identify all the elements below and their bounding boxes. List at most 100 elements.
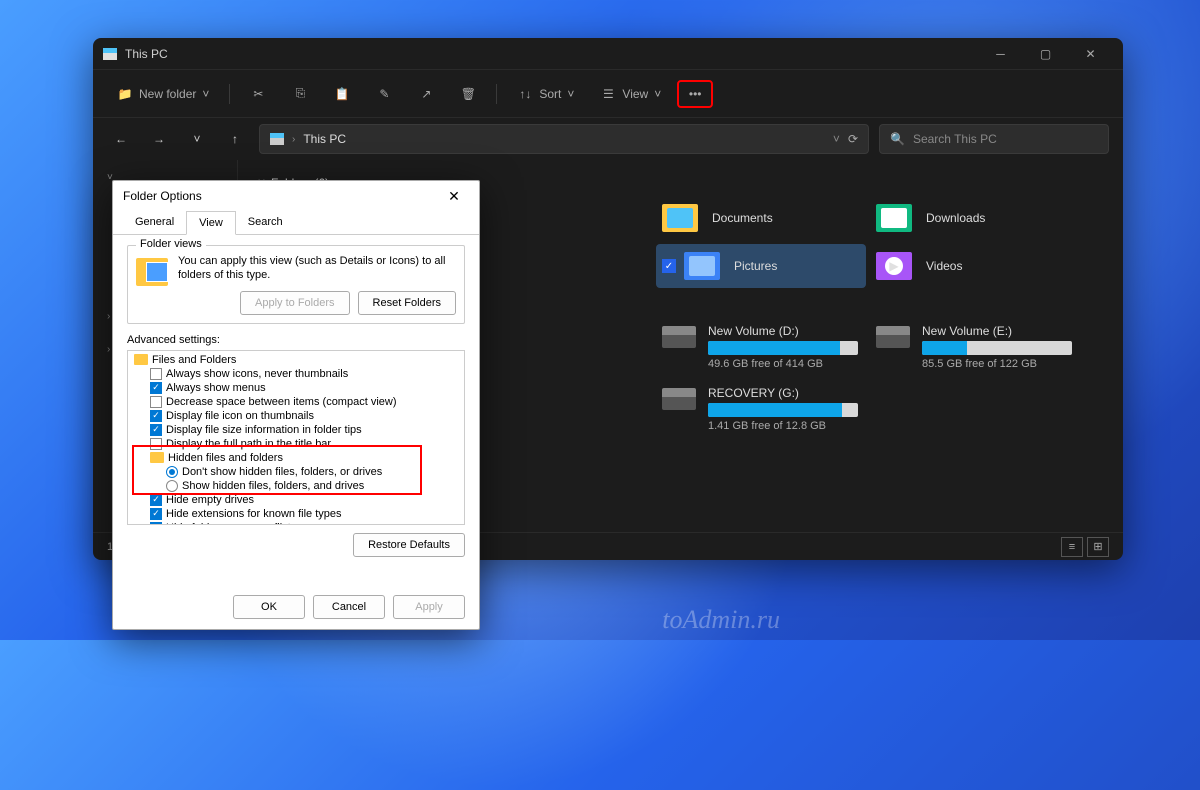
- share-button[interactable]: ↗: [408, 80, 444, 108]
- grid-view-button[interactable]: ⊞: [1087, 537, 1109, 557]
- radio-icon[interactable]: [166, 466, 178, 478]
- restore-defaults-button[interactable]: Restore Defaults: [353, 533, 465, 557]
- separator: [496, 84, 497, 104]
- checkbox-icon[interactable]: ✓: [150, 382, 162, 394]
- tree-display-size[interactable]: ✓ Display file size information in folder…: [130, 423, 462, 437]
- checkbox-icon[interactable]: ✓: [150, 494, 162, 506]
- tree-display-full-path[interactable]: Display the full path in the title bar: [130, 437, 462, 451]
- folder-views-group: Folder views You can apply this view (su…: [127, 245, 465, 324]
- tree-display-file-icon[interactable]: ✓ Display file icon on thumbnails: [130, 409, 462, 423]
- radio-icon[interactable]: [166, 480, 178, 492]
- folder-views-buttons: Apply to Folders Reset Folders: [178, 291, 456, 315]
- address-bar[interactable]: › This PC ˅ ⟳: [259, 124, 869, 154]
- tree-always-icons[interactable]: Always show icons, never thumbnails: [130, 367, 462, 381]
- new-folder-icon: 📁: [117, 86, 133, 102]
- tree-show-hidden[interactable]: Show hidden files, folders, and drives: [130, 479, 462, 493]
- address-bar-row: ← → ˅ ↑ › This PC ˅ ⟳ 🔍 Search This PC: [93, 118, 1123, 160]
- cancel-button[interactable]: Cancel: [313, 595, 385, 619]
- drive-free-text: 85.5 GB free of 122 GB: [922, 358, 1074, 370]
- folder-item-pictures[interactable]: ✓ Pictures: [656, 244, 866, 288]
- tree-hide-ext[interactable]: ✓Hide extensions for known file types: [130, 507, 462, 521]
- checkbox-icon[interactable]: ✓: [150, 522, 162, 525]
- tree-label: Display file icon on thumbnails: [166, 410, 314, 422]
- drive-item-d[interactable]: New Volume (D:) 49.6 GB free of 414 GB: [656, 318, 866, 376]
- drive-info: New Volume (E:) 85.5 GB free of 122 GB: [922, 324, 1074, 370]
- tree-hide-empty[interactable]: ✓Hide empty drives: [130, 493, 462, 507]
- folder-icon: [134, 354, 148, 365]
- copy-icon: ⎘: [292, 86, 308, 102]
- documents-folder-icon: [662, 202, 700, 234]
- drive-info: New Volume (D:) 49.6 GB free of 414 GB: [708, 324, 860, 370]
- tree-dont-show-hidden[interactable]: Don't show hidden files, folders, or dri…: [130, 465, 462, 479]
- dialog-titlebar[interactable]: Folder Options ✕: [113, 181, 479, 211]
- ok-button[interactable]: OK: [233, 595, 305, 619]
- reset-folders-button[interactable]: Reset Folders: [358, 291, 456, 315]
- folder-item-documents[interactable]: Documents: [656, 196, 866, 240]
- checkbox-icon[interactable]: ✓: [150, 424, 162, 436]
- chevron-down-icon[interactable]: ˅: [833, 132, 840, 146]
- copy-button[interactable]: ⎘: [282, 80, 318, 108]
- pictures-folder-icon: [684, 250, 722, 282]
- tree-label: Always show icons, never thumbnails: [166, 368, 348, 380]
- folder-views-text: You can apply this view (such as Details…: [178, 254, 456, 283]
- folder-item-videos[interactable]: ▶ Videos: [870, 244, 1080, 288]
- minimize-button[interactable]: ─: [978, 40, 1023, 68]
- cut-button[interactable]: ✂: [240, 80, 276, 108]
- tree-label: Show hidden files, folders, and drives: [182, 480, 364, 492]
- drive-name: RECOVERY (G:): [708, 386, 860, 400]
- tree-decrease-space[interactable]: Decrease space between items (compact vi…: [130, 395, 462, 409]
- new-folder-button[interactable]: 📁 New folder ˅: [107, 80, 219, 108]
- more-button[interactable]: •••: [677, 80, 713, 108]
- tree-hide-merge[interactable]: ✓Hide folder merge conflicts: [130, 521, 462, 525]
- tree-hidden-folder[interactable]: Hidden files and folders: [130, 451, 462, 465]
- up-button[interactable]: ↑: [221, 125, 249, 153]
- chevron-right-icon: ›: [101, 311, 110, 322]
- drive-bar: [708, 403, 858, 417]
- chevron-down-icon: ˅: [202, 87, 209, 101]
- this-pc-icon: [270, 133, 284, 145]
- folder-icon: [150, 452, 164, 463]
- tab-general[interactable]: General: [123, 211, 186, 234]
- paste-icon: 📋: [334, 86, 350, 102]
- address-path: This PC: [303, 132, 825, 146]
- folder-views-content: You can apply this view (such as Details…: [178, 254, 456, 315]
- view-button[interactable]: ☰ View ˅: [590, 80, 671, 108]
- delete-button[interactable]: 🗑: [450, 80, 486, 108]
- sort-button[interactable]: ↑↓ Sort ˅: [507, 80, 584, 108]
- apply-to-folders-button[interactable]: Apply to Folders: [240, 291, 349, 315]
- tree-label: Don't show hidden files, folders, or dri…: [182, 466, 382, 478]
- drive-item-g[interactable]: RECOVERY (G:) 1.41 GB free of 12.8 GB: [656, 380, 866, 438]
- apply-button[interactable]: Apply: [393, 595, 465, 619]
- paste-button[interactable]: 📋: [324, 80, 360, 108]
- drive-bar: [708, 341, 858, 355]
- dialog-close-button[interactable]: ✕: [439, 188, 469, 205]
- refresh-button[interactable]: ⟳: [848, 132, 858, 146]
- back-button[interactable]: ←: [107, 125, 135, 153]
- advanced-settings-tree[interactable]: Files and Folders Always show icons, nev…: [127, 350, 465, 525]
- restore-row: Restore Defaults: [127, 533, 465, 557]
- rename-button[interactable]: ✎: [366, 80, 402, 108]
- tree-label: Display file size information in folder …: [166, 424, 362, 436]
- checkbox-icon[interactable]: [150, 438, 162, 450]
- chevron-down-icon: ˅: [654, 87, 661, 101]
- folder-item-downloads[interactable]: Downloads: [870, 196, 1080, 240]
- close-button[interactable]: ✕: [1068, 40, 1113, 68]
- titlebar[interactable]: This PC ─ ▢ ✕: [93, 38, 1123, 70]
- tree-always-menus[interactable]: ✓Always show menus: [130, 381, 462, 395]
- checkbox-icon[interactable]: ✓: [662, 259, 676, 273]
- tree-label: Decrease space between items (compact vi…: [166, 396, 396, 408]
- tab-search[interactable]: Search: [236, 211, 295, 234]
- maximize-button[interactable]: ▢: [1023, 40, 1068, 68]
- checkbox-icon[interactable]: ✓: [150, 410, 162, 422]
- list-view-button[interactable]: ≡: [1061, 537, 1083, 557]
- forward-button[interactable]: →: [145, 125, 173, 153]
- checkbox-icon[interactable]: ✓: [150, 508, 162, 520]
- tree-files-folders[interactable]: Files and Folders: [130, 353, 462, 367]
- checkbox-icon[interactable]: [150, 396, 162, 408]
- recent-button[interactable]: ˅: [183, 125, 211, 153]
- search-input[interactable]: 🔍 Search This PC: [879, 124, 1109, 154]
- drive-item-e[interactable]: New Volume (E:) 85.5 GB free of 122 GB: [870, 318, 1080, 376]
- cut-icon: ✂: [250, 86, 266, 102]
- checkbox-icon[interactable]: [150, 368, 162, 380]
- tab-view[interactable]: View: [186, 211, 236, 235]
